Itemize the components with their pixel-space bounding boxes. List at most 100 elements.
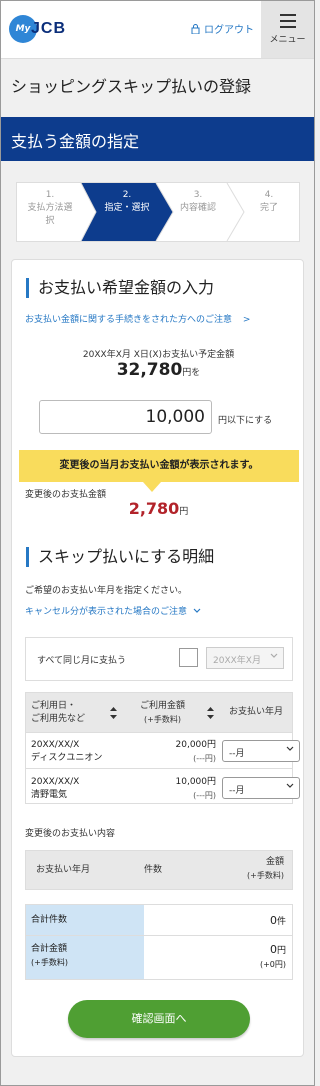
step-2: 2. 指定・選択 [95, 183, 159, 241]
step-4: 4. 完了 [239, 183, 299, 241]
after-amount-value: 2,780 [128, 499, 180, 518]
total-count-label: 合計件数 [31, 915, 68, 925]
section-band: 支払う金額の指定 [1, 117, 314, 161]
th-amount-line1: ご利用金額 [140, 701, 186, 711]
section-band-title: 支払う金額の指定 [11, 132, 140, 151]
step-1-label: 支払方法選択 [27, 203, 73, 226]
ch-amount: 金額 (+手数料) [247, 856, 284, 882]
total-amount-unit: 円 [276, 946, 286, 956]
scheduled-amount: 32,780 [116, 360, 183, 380]
step-2-num: 2. [122, 190, 132, 200]
after-amount-line: 2,780円 [12, 499, 305, 518]
th-amount-line2: (+手数料) [144, 715, 181, 724]
row-store: ディスクユニオン [31, 753, 103, 763]
th-amount: ご利用金額 (+手数料) [140, 700, 185, 726]
payment-input-heading: お支払い希望金額の入力 [26, 278, 214, 298]
after-content-label: 変更後のお支払い内容 [25, 829, 116, 839]
sort-icon[interactable] [110, 707, 117, 719]
same-month-row: すべて同じ月に支払う 20XX年X月 [25, 637, 293, 681]
chevron-right-icon: > [242, 315, 251, 325]
step-3: 3. 内容確認 [167, 183, 229, 241]
chevron-down-icon [193, 608, 201, 613]
payment-notice-link-text: お支払い金額に関する手続きをされた方へのご注意 [25, 315, 233, 325]
same-month-select-value: 20XX年X月 [213, 656, 261, 666]
table-row: 20XX/XX/X 清野電気 [31, 776, 79, 802]
logout-label: ログアウト [204, 25, 254, 36]
menu-button[interactable]: メニュー [261, 1, 314, 58]
total-amount-label: 合計金額 [31, 944, 68, 954]
cancel-notice-link[interactable]: キャンセル分が表示された場合のご注意 [25, 604, 201, 617]
chevron-down-icon [286, 746, 294, 751]
th-pay-month: お支払い年月 [229, 707, 284, 717]
th-date-store-line1: ご利用日・ [31, 701, 77, 711]
step-4-label: 完了 [259, 203, 278, 213]
row-store: 清野電気 [31, 790, 68, 800]
total-amount-cell: 0円 (+0円) [260, 943, 286, 971]
scheduled-label: 20XX年X月 X日(X)お支払い予定金額 [82, 350, 235, 360]
ch-pay-month: お支払い年月 [36, 865, 91, 875]
row-month-select[interactable]: --月 [222, 777, 300, 799]
total-count-value: 0 [269, 914, 277, 927]
page-frame: My JCB ログアウト メニュー ショッピングスキップ払いの登録 支払う金額の… [0, 0, 315, 1086]
row-amount: 10,000円 [175, 777, 217, 787]
total-amount-fee: (+0円) [259, 960, 286, 969]
step-1-num: 1. [45, 190, 55, 200]
step-4-num: 4. [264, 190, 274, 200]
after-amount-unit: 円 [179, 507, 189, 517]
lock-icon [191, 23, 200, 34]
row-fee: (---円) [193, 791, 216, 800]
row-amount-cell: 10,000円 (---円) [160, 776, 217, 802]
skip-details-heading: スキップ払いにする明細 [26, 547, 214, 567]
same-month-label: すべて同じ月に支払う [37, 656, 127, 666]
scheduled-amount-line: 32,780円を [12, 360, 305, 380]
row-date: 20XX/XX/X [31, 777, 80, 787]
chevron-down-icon [286, 783, 294, 788]
scheduled-suffix: 円を [182, 368, 201, 378]
logo-jcb-text: JCB [31, 20, 67, 37]
cancel-notice-link-text: キャンセル分が表示された場合のご注意 [25, 607, 188, 617]
app-header: My JCB ログアウト メニュー [1, 1, 314, 59]
content-table-header: お支払い年月 件数 金額 (+手数料) [25, 850, 293, 890]
step-3-num: 3. [193, 190, 203, 200]
confirm-button[interactable]: 確認画面へ [68, 1000, 250, 1038]
myjcb-logo[interactable]: My JCB [9, 15, 73, 45]
skip-instruction: ご希望のお支払い年月を指定ください。 [25, 586, 188, 596]
page-title: ショッピングスキップ払いの登録 [11, 77, 252, 96]
step-3-label: 内容確認 [179, 203, 216, 213]
row-month-select-value: --月 [229, 786, 245, 796]
ch-amount-line2: (+手数料) [247, 871, 284, 880]
logout-link[interactable]: ログアウト [191, 21, 254, 36]
hamburger-icon [279, 14, 296, 28]
notice-banner: 変更後の当月お支払い金額が表示されます。 [19, 450, 299, 482]
row-month-select[interactable]: --月 [222, 740, 300, 762]
total-amount-value: 0 [269, 943, 277, 956]
total-count-cell: 0件 [270, 914, 286, 929]
row-month-select-value: --月 [229, 749, 245, 759]
ch-amount-line1: 金額 [265, 857, 284, 867]
menu-label: メニュー [269, 35, 306, 45]
row-date: 20XX/XX/X [31, 740, 80, 750]
progress-steps: 1. 支払方法選択 2. 指定・選択 3. 内容確認 4. 完了 [16, 182, 300, 242]
chevron-down-icon [270, 653, 278, 658]
payment-notice-link[interactable]: お支払い金額に関する手続きをされた方へのご注意 > [25, 312, 250, 325]
details-table: ご利用日・ ご利用先など ご利用金額 (+手数料) お支払い年月 20XX/XX… [25, 692, 300, 804]
th-date-store-line2: ご利用先など [31, 714, 86, 724]
amount-input-value: 10,000 [145, 407, 205, 427]
sort-icon[interactable] [207, 707, 214, 719]
row-amount-cell: 20,000円 (---円) [160, 739, 217, 765]
total-count-unit: 件 [276, 917, 286, 927]
notice-tip [143, 482, 161, 492]
main-card: お支払い希望金額の入力 お支払い金額に関する手続きをされた方へのご注意 > 20… [11, 259, 304, 1057]
step-2-label: 指定・選択 [104, 203, 150, 213]
ch-count: 件数 [144, 865, 163, 875]
same-month-select[interactable]: 20XX年X月 [206, 647, 284, 669]
amount-input[interactable]: 10,000 [39, 400, 212, 434]
summary-table: 合計件数 0件 合計金額 (+手数料) 0円 (+0円) [25, 904, 293, 980]
th-date-store: ご利用日・ ご利用先など [31, 700, 85, 726]
row-amount: 20,000円 [175, 740, 217, 750]
total-amount-sub: (+手数料) [31, 958, 68, 967]
same-month-checkbox[interactable] [179, 648, 198, 667]
step-1: 1. 支払方法選択 [19, 183, 81, 241]
row-fee: (---円) [193, 754, 216, 763]
amount-input-suffix: 円以下にする [218, 416, 273, 426]
